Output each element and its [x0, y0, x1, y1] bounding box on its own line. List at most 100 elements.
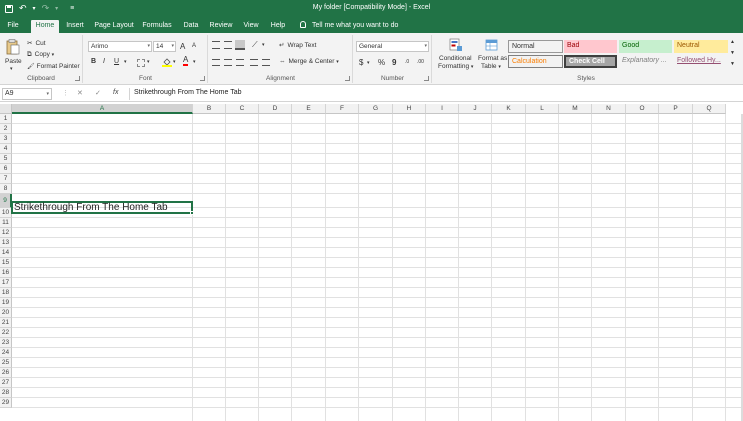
column-header-k[interactable]: K	[492, 104, 526, 114]
column-header-f[interactable]: F	[326, 104, 359, 114]
column-header-q[interactable]: Q	[693, 104, 726, 114]
bold-button[interactable]: B	[91, 58, 96, 65]
row-header-4[interactable]: 4	[0, 144, 12, 154]
style-explanatory[interactable]: Explanatory ...	[619, 55, 672, 68]
row-header-16[interactable]: 16	[0, 268, 12, 278]
enter-icon[interactable]: ✓	[95, 89, 101, 97]
column-header-b[interactable]: B	[193, 104, 226, 114]
style-calculation[interactable]: Calculation	[508, 55, 563, 68]
format-as-label[interactable]: Format as	[478, 55, 507, 62]
underline-button[interactable]: U	[114, 58, 119, 65]
align-top-icon[interactable]	[212, 41, 220, 49]
column-header-p[interactable]: P	[659, 104, 693, 114]
column-header-n[interactable]: N	[592, 104, 626, 114]
row-header-2[interactable]: 2	[0, 124, 12, 134]
italic-button[interactable]: I	[103, 58, 105, 65]
row-header-11[interactable]: 11	[0, 218, 12, 228]
styles-more-icon[interactable]: ▼	[730, 61, 735, 67]
format-painter-button[interactable]: 🖌 Format Painter	[27, 63, 80, 70]
percent-button[interactable]: %	[378, 58, 385, 67]
row-header-3[interactable]: 3	[0, 134, 12, 144]
format-as-table-icon[interactable]	[485, 38, 499, 52]
row-header-7[interactable]: 7	[0, 174, 12, 184]
style-check-cell[interactable]: Check Cell	[564, 55, 617, 68]
tab-formulas[interactable]: Formulas	[141, 20, 173, 33]
column-header-c[interactable]: C	[226, 104, 259, 114]
fill-color-icon[interactable]	[162, 57, 172, 67]
decrease-indent-icon[interactable]	[250, 59, 258, 66]
formula-options-icon[interactable]: ⋮	[62, 89, 69, 97]
clipboard-launcher-icon[interactable]	[75, 76, 80, 81]
cell-a9[interactable]: Strikethrough From The Home Tab	[14, 202, 168, 213]
paste-icon[interactable]	[6, 39, 20, 55]
style-neutral[interactable]: Neutral	[674, 40, 728, 53]
tell-me-search[interactable]: Tell me what you want to do	[300, 20, 398, 33]
style-followed-hyperlink[interactable]: Followed Hy...	[674, 55, 728, 68]
comma-button[interactable]: 9	[392, 58, 396, 67]
row-header-17[interactable]: 17	[0, 278, 12, 288]
tab-view[interactable]: View	[241, 20, 261, 33]
merge-center-dropdown-icon[interactable]: ▾	[336, 59, 339, 65]
formatting-button[interactable]: Formatting ▾	[438, 63, 473, 70]
style-normal[interactable]: Normal	[508, 40, 563, 53]
font-name-dropdown[interactable]: Arimo ▾	[88, 41, 152, 52]
column-header-a[interactable]: A	[12, 104, 193, 114]
column-header-h[interactable]: H	[393, 104, 426, 114]
copy-button[interactable]: ⧉ Copy ▾	[27, 51, 54, 59]
fill-color-dropdown-icon[interactable]: ▾	[173, 59, 176, 65]
row-header-18[interactable]: 18	[0, 288, 12, 298]
style-good[interactable]: Good	[619, 40, 672, 53]
tab-insert[interactable]: Insert	[63, 20, 87, 33]
tab-page-layout[interactable]: Page Layout	[93, 20, 135, 33]
column-header-g[interactable]: G	[359, 104, 393, 114]
conditional-formatting-icon[interactable]	[449, 38, 463, 52]
row-header-24[interactable]: 24	[0, 348, 12, 358]
worksheet-grid[interactable]: ABCDEFGHIJKLMNOPQ 1 2 3 4 5 6 7 8 9 10 11 12 13 14 15 1…	[0, 104, 743, 421]
table-button[interactable]: Table ▾	[481, 63, 501, 70]
row-header-28[interactable]: 28	[0, 388, 12, 398]
align-bottom-icon[interactable]	[235, 40, 245, 50]
row-header-26[interactable]: 26	[0, 368, 12, 378]
row-header-5[interactable]: 5	[0, 154, 12, 164]
row-header-29[interactable]: 29	[0, 398, 12, 408]
fill-handle[interactable]	[190, 211, 194, 215]
row-header-6[interactable]: 6	[0, 164, 12, 174]
styles-scroll-down-icon[interactable]: ▼	[730, 50, 735, 56]
paste-button[interactable]: Paste	[5, 58, 22, 65]
tab-review[interactable]: Review	[208, 20, 234, 33]
align-left-icon[interactable]	[212, 59, 220, 66]
font-size-dropdown[interactable]: 14 ▾	[153, 41, 176, 52]
copy-dropdown-icon[interactable]: ▾	[52, 52, 55, 58]
styles-scroll-up-icon[interactable]: ▲	[730, 39, 735, 45]
tab-help[interactable]: Help	[269, 20, 287, 33]
row-header-23[interactable]: 23	[0, 338, 12, 348]
font-color-button[interactable]: A	[183, 56, 189, 66]
align-right-icon[interactable]	[236, 59, 244, 66]
font-launcher-icon[interactable]	[200, 76, 205, 81]
column-header-m[interactable]: M	[559, 104, 592, 114]
borders-icon[interactable]	[137, 59, 145, 67]
merge-center-button[interactable]: ⇔ Merge & Center ▾	[279, 58, 339, 65]
row-header-19[interactable]: 19	[0, 298, 12, 308]
underline-dropdown-icon[interactable]: ▾	[124, 59, 127, 65]
decrease-decimal-button[interactable]: .00	[417, 59, 424, 65]
currency-button[interactable]: $	[359, 58, 363, 67]
row-header-1[interactable]: 1	[0, 114, 12, 124]
align-middle-icon[interactable]	[224, 41, 232, 49]
increase-decimal-button[interactable]: .0	[405, 59, 409, 65]
name-box[interactable]: A9 ▾	[2, 88, 52, 100]
column-header-j[interactable]: J	[459, 104, 492, 114]
orientation-icon[interactable]: ⟋	[252, 40, 258, 50]
column-header-d[interactable]: D	[259, 104, 292, 114]
row-header-13[interactable]: 13	[0, 238, 12, 248]
row-header-25[interactable]: 25	[0, 358, 12, 368]
insert-function-icon[interactable]: fx	[113, 89, 118, 96]
align-center-icon[interactable]	[224, 59, 232, 66]
paste-dropdown-icon[interactable]: ▾	[10, 66, 13, 72]
tab-home[interactable]: Home	[31, 20, 59, 33]
row-header-14[interactable]: 14	[0, 248, 12, 258]
grow-font-button[interactable]: A	[180, 42, 185, 51]
alignment-launcher-icon[interactable]	[345, 76, 350, 81]
row-header-22[interactable]: 22	[0, 328, 12, 338]
formula-input[interactable]: Strikethrough From The Home Tab	[129, 88, 741, 100]
